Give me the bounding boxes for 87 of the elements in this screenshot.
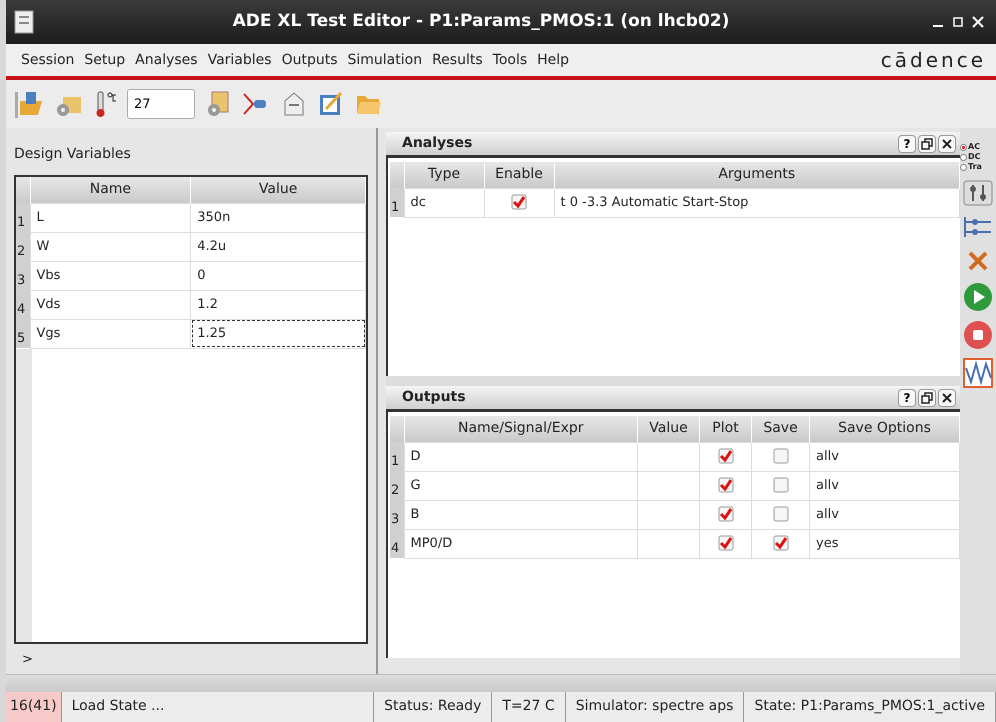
close-icon[interactable] [941, 392, 953, 404]
temperature-field[interactable]: 27 [127, 89, 195, 119]
table-cell: Vds [30, 290, 191, 319]
row-number: 1 [390, 188, 404, 217]
status-text: State: P1:Params_PMOS:1_active [744, 692, 996, 722]
menu-item[interactable]: Tools [488, 50, 532, 70]
column-header[interactable]: Save [752, 416, 810, 442]
status-text: 16(41) [6, 692, 62, 722]
checkbox[interactable] [718, 477, 734, 494]
status-text: Simulator: spectre aps [566, 692, 744, 722]
table-cell: 1.2 [190, 290, 366, 319]
restore-icon[interactable] [921, 392, 933, 404]
row-number: 3 [16, 261, 30, 290]
column-header[interactable]: Value [638, 416, 700, 442]
open-folder-icon[interactable] [14, 89, 44, 119]
checkbox[interactable] [718, 448, 734, 464]
app-icon [14, 10, 34, 34]
help-button[interactable]: ? [898, 134, 916, 152]
run-icon[interactable] [963, 282, 993, 312]
column-header[interactable]: Name [30, 177, 191, 203]
table-cell: dc [404, 188, 484, 217]
table-cell: allv [810, 500, 960, 529]
row-number: 2 [390, 471, 404, 500]
close-icon[interactable] [941, 138, 953, 150]
table-cell: Vgs [30, 319, 191, 348]
table-cell: 350n [190, 203, 366, 232]
logo: cādence [880, 47, 986, 74]
menu-item[interactable]: Analyses [130, 50, 203, 70]
panel-title: Analyses [402, 134, 474, 153]
table-cell: 4.2u [190, 232, 366, 261]
menu-item[interactable]: Simulation [342, 50, 428, 70]
row-number: 3 [390, 500, 404, 529]
table-cell: Vbs [30, 261, 191, 290]
table-cell: yes [810, 529, 960, 558]
column-header[interactable]: Plot [700, 416, 752, 442]
checkbox[interactable] [718, 535, 734, 552]
checkbox[interactable] [772, 477, 788, 494]
radio-option[interactable]: Tra [960, 162, 996, 172]
status-text: Status: Ready [374, 692, 492, 722]
column-header[interactable]: Name/Signal/Expr [404, 416, 638, 442]
table-cell: D [404, 442, 638, 471]
menu-item[interactable]: Session [16, 50, 80, 70]
table-cell: 0 [190, 261, 366, 290]
column-header[interactable]: Type [404, 162, 484, 188]
panel-title: Design Variables [14, 145, 132, 164]
table-cell: allv [810, 442, 960, 471]
checkbox[interactable] [511, 194, 527, 210]
table-cell: B [404, 500, 638, 529]
table-cell: 1.25 [190, 319, 366, 348]
radio-option[interactable]: AC [960, 142, 996, 152]
row-number: 2 [16, 232, 30, 261]
column-header[interactable]: Save Options [810, 416, 960, 442]
table-cell: allv [810, 471, 960, 500]
window-title: ADE XL Test Editor - P1:Params_PMOS:1 (on lhcb02) [232, 10, 730, 34]
waveform-icon[interactable] [963, 358, 993, 388]
column-header[interactable]: Enable [484, 162, 554, 188]
radio-option[interactable]: DC [960, 152, 996, 162]
checkbox[interactable] [772, 506, 788, 522]
checkbox[interactable] [772, 535, 788, 552]
status-text: Load State ... [62, 692, 374, 722]
column-header[interactable]: Arguments [554, 162, 960, 188]
row-number: 5 [16, 319, 30, 348]
table-cell: t 0 -3.3 Automatic Start-Stop [554, 188, 960, 217]
table-cell: G [404, 471, 638, 500]
column-header[interactable]: Value [190, 177, 366, 203]
help-button[interactable]: ? [898, 388, 916, 406]
menu-item[interactable]: Variables [202, 50, 277, 70]
row-number: 1 [16, 203, 30, 232]
stop-icon[interactable] [963, 320, 993, 350]
table-cell: W [30, 232, 191, 261]
menu-item[interactable]: Setup [79, 50, 130, 70]
checkbox[interactable] [718, 506, 734, 522]
row-number: 4 [390, 529, 404, 558]
expander-toggle[interactable]: > [14, 644, 368, 674]
row-number: 4 [16, 290, 30, 319]
status-text: T=27 C [492, 692, 566, 722]
table-cell: MP0/D [404, 529, 638, 558]
panel-title: Outputs [402, 388, 467, 407]
sliders-icon[interactable] [963, 180, 993, 206]
restore-icon[interactable] [921, 138, 933, 150]
row-number: 1 [390, 442, 404, 471]
menu-item[interactable]: Help [532, 50, 574, 70]
table-cell: L [30, 203, 191, 232]
menu-item[interactable]: Outputs [276, 50, 342, 70]
circuit-icon[interactable] [963, 214, 993, 240]
checkbox[interactable] [772, 448, 788, 464]
menu-item[interactable]: Results [427, 50, 488, 70]
